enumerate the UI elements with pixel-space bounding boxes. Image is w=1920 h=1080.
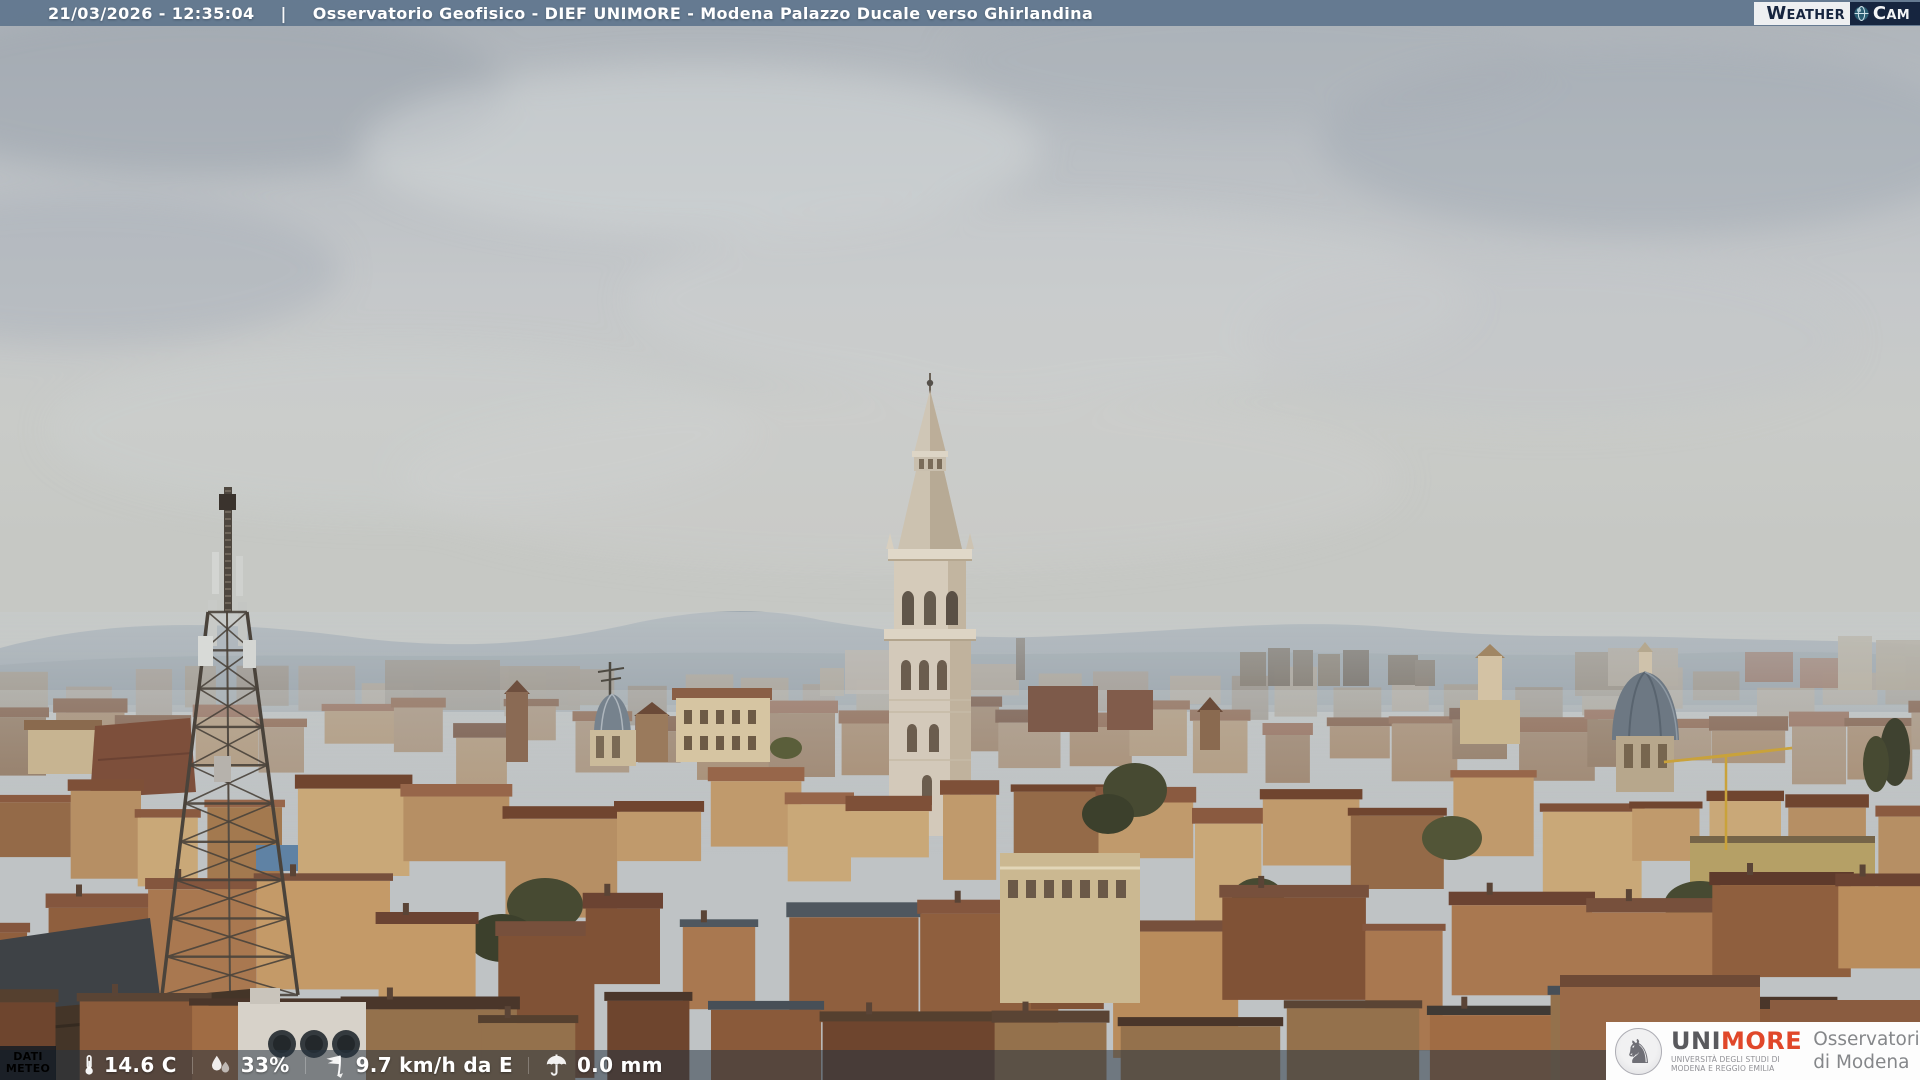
unimore-wordmark: UNIMORE UNIVERSITÀ DEGLI STUDI DI MODENA… [1671,1029,1802,1073]
wind-flag-icon [321,1053,348,1078]
unimore-logo-box: ♞ UNIMORE UNIVERSITÀ DEGLI STUDI DI MODE… [1606,1022,1920,1080]
rain-value: 0.0 mm [576,1053,663,1077]
weathercam-watermark: Weather Cam [1754,2,1920,25]
droplets-icon [208,1053,233,1077]
rain-reading: 0.0 mm [544,1053,663,1077]
separator: | [280,3,287,23]
dati-meteo-label: DATI METEO [0,1046,56,1080]
thermometer-icon [82,1052,96,1078]
wind-reading: 9.7 km/h da E [321,1053,513,1078]
wind-value: 9.7 km/h da E [355,1053,513,1077]
divider [527,1056,529,1074]
temperature-value: 14.6 C [104,1053,177,1077]
camera-title: Osservatorio Geofisico - DIEF UNIMORE - … [312,3,1094,23]
humidity-reading: 33% [208,1053,290,1077]
weathercam-cam-label: Cam [1872,3,1910,24]
knight-seal-icon: ♞ [1615,1027,1662,1075]
university-subtitle: UNIVERSITÀ DEGLI STUDI DI MODENA E REGGI… [1671,1055,1780,1073]
divider [191,1056,193,1074]
humidity-value: 33% [240,1053,290,1077]
globe-icon [1854,6,1869,21]
weathercam-weather-label: Weather [1754,2,1850,25]
observatory-name: Osservatorio Geofisico di Modena [1813,1029,1920,1073]
temperature-reading: 14.6 C [82,1052,177,1078]
modena-cityscape-photo [0,0,1920,1080]
meteo-readings: 14.6 C 33% 9.7 km/h da E 0.0 mm [82,1052,663,1078]
weathercam-cam-box: Cam [1849,2,1920,25]
timestamp: 21/03/2026 - 12:35:04 [48,3,255,23]
webcam-frame: 21/03/2026 - 12:35:04 | Osservatorio Geo… [0,0,1920,1080]
unimore-title: UNIMORE [1671,1027,1803,1055]
umbrella-icon [544,1053,569,1077]
osd-top-bar: 21/03/2026 - 12:35:04 | Osservatorio Geo… [0,0,1920,26]
divider [304,1056,306,1074]
